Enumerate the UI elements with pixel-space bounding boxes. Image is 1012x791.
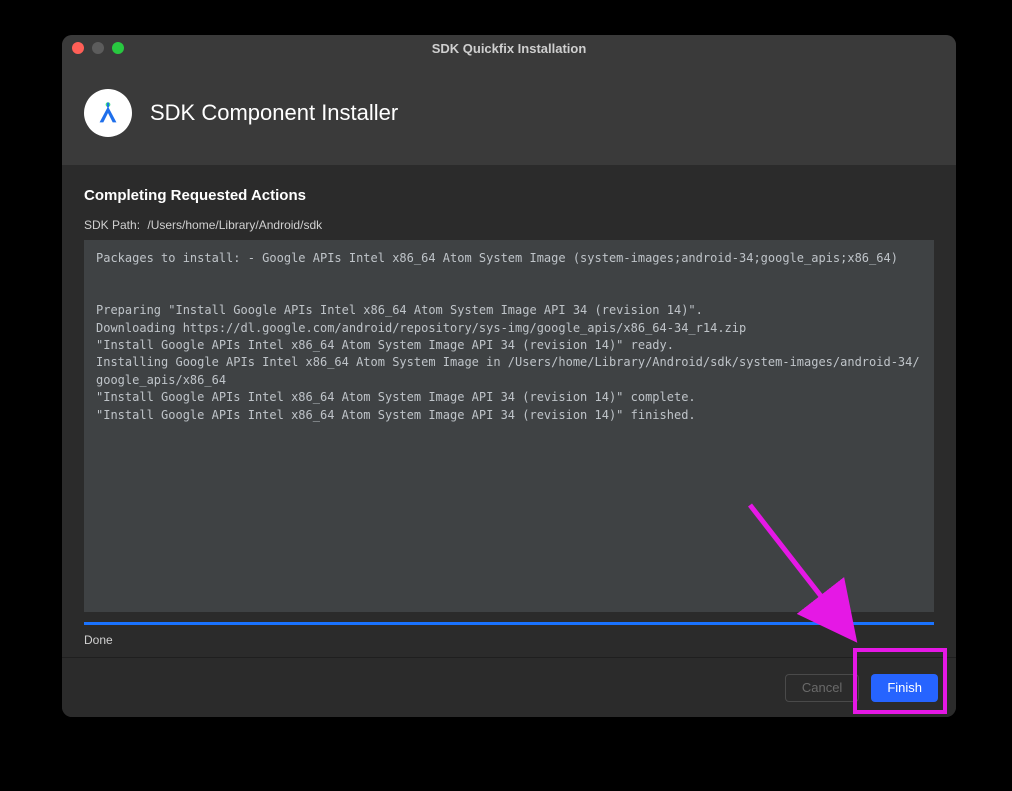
titlebar: SDK Quickfix Installation <box>62 35 956 61</box>
installer-window: SDK Quickfix Installation SDK Component … <box>62 35 956 717</box>
progress-bar <box>84 622 934 625</box>
section-title: Completing Requested Actions <box>84 187 934 204</box>
header-title: SDK Component Installer <box>150 100 398 126</box>
window-title: SDK Quickfix Installation <box>62 41 956 56</box>
content-area: Completing Requested Actions SDK Path: /… <box>62 165 956 657</box>
footer: Cancel Finish <box>62 657 956 717</box>
android-studio-icon <box>84 89 132 137</box>
install-log[interactable]: Packages to install: - Google APIs Intel… <box>84 240 934 612</box>
sdk-path-label: SDK Path: <box>84 218 140 232</box>
close-window-button[interactable] <box>72 42 84 54</box>
maximize-window-button[interactable] <box>112 42 124 54</box>
status-label: Done <box>84 633 934 647</box>
sdk-path-row: SDK Path: /Users/home/Library/Android/sd… <box>84 218 934 232</box>
minimize-window-button[interactable] <box>92 42 104 54</box>
finish-button[interactable]: Finish <box>871 674 938 702</box>
cancel-button: Cancel <box>785 674 859 702</box>
header: SDK Component Installer <box>62 61 956 165</box>
sdk-path-value: /Users/home/Library/Android/sdk <box>147 218 322 232</box>
window-controls <box>72 42 124 54</box>
